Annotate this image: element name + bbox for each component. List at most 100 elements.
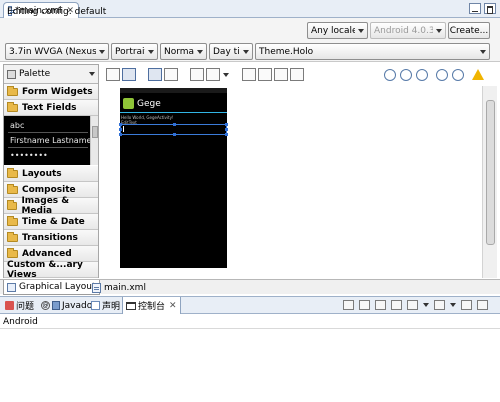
app-launcher-icon xyxy=(123,98,134,109)
zoom-out-icon[interactable] xyxy=(436,69,448,81)
scroll-lock-icon[interactable] xyxy=(375,300,386,310)
change-layout-weight-icon[interactable] xyxy=(290,68,304,81)
margins-icon[interactable] xyxy=(190,68,204,81)
show-overview-icon[interactable] xyxy=(122,68,136,81)
drawer-form-widgets[interactable]: Form Widgets xyxy=(4,84,98,100)
minimize-view-icon[interactable] xyxy=(461,300,472,310)
toggle-fill-width-icon[interactable] xyxy=(148,68,162,81)
chevron-down-icon xyxy=(480,49,486,54)
maximize-view-icon[interactable] xyxy=(477,300,488,310)
zoom-to-fit-icon[interactable] xyxy=(384,69,396,81)
assign-all-weight-icon[interactable] xyxy=(258,68,272,81)
resize-handle[interactable] xyxy=(119,123,122,126)
javadoc-icon xyxy=(52,301,60,310)
declaration-icon xyxy=(91,301,100,310)
resize-handle[interactable] xyxy=(225,133,228,136)
folder-icon xyxy=(7,167,18,178)
text-fields-scrollbar[interactable] xyxy=(90,116,98,165)
chevron-down-icon xyxy=(436,28,442,33)
density-dropdown[interactable]: Normal xyxy=(160,43,207,60)
drawer-transitions[interactable]: Transitions xyxy=(4,230,98,246)
remove-launch-icon[interactable] xyxy=(343,300,354,310)
bottom-view-tabs: 问题 @ Javadoc 声明 控制台 ✕ xyxy=(0,296,500,314)
palette-item-person-name[interactable]: Firstname Lastname xyxy=(10,136,91,145)
dock-mode-dropdown[interactable]: Day tim xyxy=(209,43,253,60)
tab-console[interactable]: 控制台 ✕ xyxy=(122,297,181,314)
resize-handle[interactable] xyxy=(173,123,176,126)
text-fields-list: abc Firstname Lastname •••••••• xyxy=(4,116,98,165)
folder-icon xyxy=(7,85,18,96)
scrollbar-thumb[interactable] xyxy=(486,100,495,245)
maximize-button[interactable] xyxy=(484,3,496,14)
layout-icon xyxy=(7,282,16,292)
minimize-button[interactable] xyxy=(469,3,481,14)
resize-handle[interactable] xyxy=(119,133,122,136)
chevron-down-icon xyxy=(99,49,105,54)
tab-xml-source[interactable]: main.xml xyxy=(89,280,149,295)
chevron-down-icon[interactable] xyxy=(423,303,429,307)
toggle-fill-height-icon[interactable] xyxy=(164,68,178,81)
text-cursor xyxy=(123,126,124,132)
warning-icon[interactable] xyxy=(472,69,484,80)
action-bar-divider xyxy=(120,112,227,113)
drawer-time-date[interactable]: Time & Date xyxy=(4,214,98,230)
close-icon[interactable]: ✕ xyxy=(169,301,177,311)
palette-header[interactable]: Palette xyxy=(4,65,98,84)
chevron-down-icon[interactable] xyxy=(223,73,229,77)
problems-icon xyxy=(5,301,14,310)
resize-handle[interactable] xyxy=(173,133,176,136)
drawer-text-fields[interactable]: Text Fields xyxy=(4,100,98,116)
chevron-down-icon xyxy=(148,49,154,54)
chevron-down-icon[interactable] xyxy=(450,303,456,307)
app-title: Gege xyxy=(137,99,161,109)
palette-panel: Palette Form Widgets Text Fields abc Fir… xyxy=(3,64,99,280)
create-config-button[interactable]: Create... xyxy=(448,22,490,39)
orientation-dropdown[interactable]: Portrait xyxy=(111,43,158,60)
clear-weights-icon[interactable] xyxy=(274,68,288,81)
target-dropdown[interactable]: Android 4.0.3 xyxy=(370,22,446,39)
tab-declaration[interactable]: 声明 xyxy=(88,297,123,314)
distribute-weights-icon[interactable] xyxy=(242,68,256,81)
folder-icon xyxy=(7,101,18,112)
folder-icon xyxy=(7,183,18,194)
reset-zoom-icon[interactable] xyxy=(400,69,412,81)
chevron-down-icon xyxy=(358,28,364,33)
resize-handle[interactable] xyxy=(119,128,122,131)
editor-page-tabs: Graphical Layout main.xml xyxy=(0,279,500,295)
display-console-icon[interactable] xyxy=(407,300,418,310)
palette-item-password[interactable]: •••••••• xyxy=(10,151,48,160)
pin-console-icon[interactable] xyxy=(391,300,402,310)
divider xyxy=(8,132,88,133)
resize-handle[interactable] xyxy=(225,128,228,131)
clear-console-icon[interactable] xyxy=(359,300,370,310)
chevron-down-icon xyxy=(243,49,249,54)
palette-icon xyxy=(7,69,16,79)
device-dropdown[interactable]: 3.7in WVGA (Nexus O xyxy=(5,43,109,60)
zoom-real-size-icon[interactable] xyxy=(416,69,428,81)
at-sign-icon: @ xyxy=(41,301,50,310)
console-actions xyxy=(343,300,488,310)
tab-problems[interactable]: 问题 xyxy=(2,297,37,314)
open-console-icon[interactable] xyxy=(434,300,445,310)
zoom-in-icon[interactable] xyxy=(452,69,464,81)
console-name: Android xyxy=(3,317,38,327)
drawer-images-media[interactable]: Images & Media xyxy=(4,196,98,216)
layout-actions-toolbar xyxy=(102,65,497,85)
resize-handle[interactable] xyxy=(225,123,228,126)
chevron-down-icon[interactable] xyxy=(89,72,95,76)
drawer-layouts[interactable]: Layouts xyxy=(4,166,98,182)
edittext-widget-selected[interactable] xyxy=(119,123,228,136)
drawer-custom-views[interactable]: Custom &...ary Views xyxy=(4,260,98,280)
scrollbar-thumb[interactable] xyxy=(92,126,98,138)
folder-icon xyxy=(7,247,18,258)
folder-icon xyxy=(7,231,18,242)
emulate-real-size-icon[interactable] xyxy=(106,68,120,81)
locale-dropdown[interactable]: Any locale xyxy=(307,22,368,39)
gravity-icon[interactable] xyxy=(206,68,220,81)
palette-item-plain-text[interactable]: abc xyxy=(10,121,24,130)
theme-dropdown[interactable]: Theme.Holo xyxy=(255,43,490,60)
window-controls xyxy=(469,3,496,14)
canvas-vertical-scrollbar[interactable] xyxy=(482,86,497,278)
tab-graphical-layout[interactable]: Graphical Layout xyxy=(3,280,100,295)
status-bar xyxy=(120,88,227,93)
